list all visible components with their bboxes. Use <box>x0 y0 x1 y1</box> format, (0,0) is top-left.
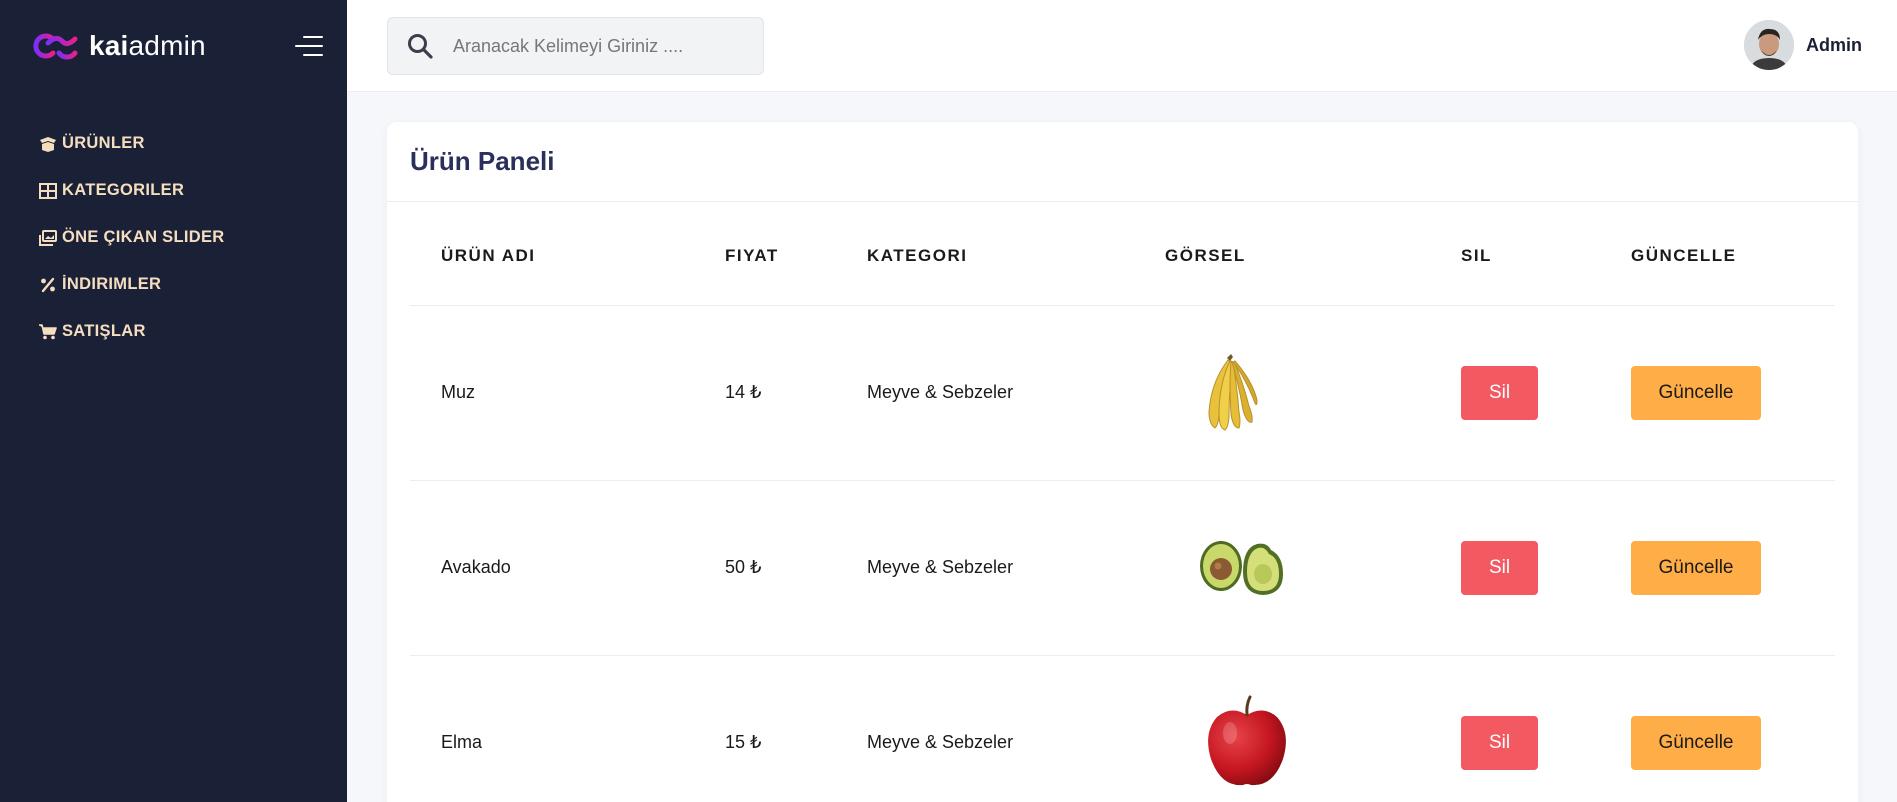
sidebar-item-one-cikan-slider[interactable]: ÖNE ÇIKAN SLIDER <box>38 214 224 261</box>
menu-toggle-icon[interactable] <box>295 34 323 58</box>
sidebar-item-label: ÜRÜNLER <box>62 134 145 152</box>
sidebar-nav: ÜRÜNLER KATEGORILER ÖNE ÇIKAN SLIDER İND… <box>38 120 224 355</box>
user-name: Admin <box>1806 34 1862 55</box>
banana-image <box>1208 353 1258 431</box>
apple-image <box>1208 695 1286 785</box>
grid-icon <box>38 182 58 200</box>
delete-button[interactable]: Sil <box>1461 365 1538 420</box>
brand-logo[interactable]: kaiadmin <box>31 30 206 62</box>
search-box <box>387 17 764 75</box>
avatar <box>1744 20 1794 70</box>
product-image-apple <box>1165 693 1461 793</box>
sidebar-item-label: KATEGORILER <box>62 181 185 199</box>
delete-button[interactable]: Sil <box>1461 540 1538 595</box>
product-name: Elma <box>410 655 725 802</box>
sidebar-item-label: SATIŞLAR <box>62 322 146 340</box>
search-icon[interactable] <box>407 33 433 59</box>
search-input[interactable] <box>453 35 713 57</box>
column-header-image: GÖRSEL <box>1165 202 1461 306</box>
update-button[interactable]: Güncelle <box>1631 540 1761 595</box>
product-price: 50 ₺ <box>725 480 867 656</box>
product-image-avocado <box>1165 536 1461 600</box>
column-header-delete: SIL <box>1461 202 1631 306</box>
products-table: ÜRÜN ADI FIYAT KATEGORI GÖRSEL SIL GÜNCE… <box>410 202 1835 802</box>
product-category: Meyve & Sebzeler <box>867 655 1165 802</box>
product-image-banana <box>1165 352 1461 434</box>
sidebar-item-indirimler[interactable]: İNDIRIMLER <box>38 261 224 308</box>
sidebar-item-label: ÖNE ÇIKAN SLIDER <box>62 228 225 246</box>
product-name: Muz <box>410 305 725 481</box>
table-header-row: ÜRÜN ADI FIYAT KATEGORI GÖRSEL SIL GÜNCE… <box>410 202 1835 306</box>
brand-name: kaiadmin <box>89 30 206 61</box>
product-category: Meyve & Sebzeler <box>867 305 1165 481</box>
sidebar: kaiadmin ÜRÜNLER KATEGORILER ÖNE ÇIKAN S… <box>0 0 347 802</box>
logo-icon <box>33 33 78 60</box>
sidebar-item-kategoriler[interactable]: KATEGORILER <box>38 167 224 214</box>
column-header-category: KATEGORI <box>867 202 1165 306</box>
delete-button[interactable]: Sil <box>1461 715 1538 770</box>
sidebar-item-urunler[interactable]: ÜRÜNLER <box>38 120 224 167</box>
column-header-price: FIYAT <box>725 202 867 306</box>
column-header-update: GÜNCELLE <box>1631 202 1835 306</box>
product-name: Avakado <box>410 480 725 656</box>
page-title: Ürün Paneli <box>410 146 555 176</box>
percent-icon <box>38 276 58 294</box>
shopping-cart-icon <box>38 323 58 341</box>
update-button[interactable]: Güncelle <box>1631 715 1761 770</box>
product-price: 14 ₺ <box>725 305 867 481</box>
sidebar-item-label: İNDIRIMLER <box>62 275 162 293</box>
column-header-name: ÜRÜN ADI <box>410 202 725 306</box>
user-menu[interactable]: Admin <box>1744 20 1862 70</box>
avocado-image <box>1200 540 1283 595</box>
sidebar-item-satislar[interactable]: SATIŞLAR <box>38 308 224 355</box>
table-row: Muz 14 ₺ Meyve & Sebzeler Sil Güncelle <box>410 305 1835 481</box>
card-header: Ürün Paneli <box>387 122 1858 202</box>
update-button[interactable]: Güncelle <box>1631 365 1761 420</box>
top-header: Admin <box>347 0 1897 92</box>
images-icon <box>38 229 58 247</box>
table-row: Avakado 50 ₺ Meyve & Sebzeler Sil Güncel… <box>410 480 1835 656</box>
box-open-icon <box>38 135 58 153</box>
product-price: 15 ₺ <box>725 655 867 802</box>
table-row: Elma 15 ₺ Meyve & Sebzeler Sil Güncelle <box>410 655 1835 802</box>
product-panel-card: Ürün Paneli ÜRÜN ADI FIYAT KATEGORI GÖRS… <box>387 122 1858 802</box>
product-category: Meyve & Sebzeler <box>867 480 1165 656</box>
